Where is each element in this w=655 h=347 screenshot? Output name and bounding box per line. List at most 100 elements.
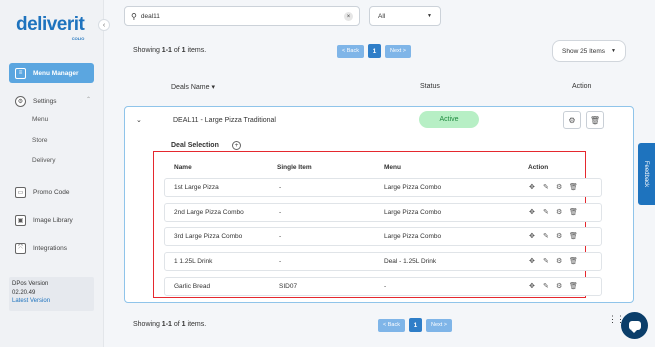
feedback-tab[interactable]: Feedback (638, 143, 655, 205)
status-filter-select[interactable]: All ▼ (369, 6, 441, 26)
sidebar-item-image-library[interactable]: ▣ Image Library (15, 215, 73, 226)
selection-row: 1 1.25L Drink - Deal - 1.25L Drink ✥ ✎ ⚙… (164, 252, 602, 271)
back-button[interactable]: < Back (337, 44, 364, 58)
highlight-frame (153, 151, 586, 298)
selection-row: 1st Large Pizza - Large Pizza Combo ✥ ✎ … (164, 178, 602, 197)
selection-row: Garlic Bread SID07 - ✥ ✎ ⚙ 🗑 (164, 277, 602, 296)
next-button[interactable]: Next > (384, 44, 412, 58)
next-button[interactable]: Next > (425, 318, 453, 332)
per-page-value: Show 25 Items (562, 47, 605, 55)
add-icon[interactable]: + (232, 141, 241, 150)
row-menu: Large Pizza Combo (384, 233, 442, 240)
selection-header-name: Name (174, 164, 192, 171)
row-name: 1st Large Pizza (174, 184, 219, 191)
trash-icon[interactable]: 🗑 (569, 282, 578, 290)
selection-header-menu: Menu (384, 164, 401, 171)
version-label: DPos Version (12, 281, 49, 287)
selection-row: 3rd Large Pizza Combo - Large Pizza Comb… (164, 227, 602, 246)
logo-subtext: COLIO (71, 36, 85, 41)
sidebar-item-label: Integrations (33, 245, 67, 252)
items-per-page-select[interactable]: Show 25 Items ▼ (552, 40, 626, 62)
trash-icon[interactable]: 🗑 (569, 232, 578, 240)
trash-icon[interactable]: 🗑 (569, 208, 578, 216)
row-menu: Deal - 1.25L Drink (384, 258, 437, 265)
gear-icon[interactable]: ⚙ (556, 208, 562, 216)
column-header-deals-name[interactable]: Deals Name ▾ (171, 83, 215, 91)
chat-icon (628, 321, 641, 333)
move-icon[interactable]: ✥ (529, 232, 535, 240)
edit-icon[interactable]: ✎ (543, 257, 549, 265)
gear-icon[interactable]: ⚙ (556, 183, 562, 191)
row-menu: Large Pizza Combo (384, 184, 442, 191)
row-single-item: - (279, 209, 282, 216)
version-box: DPos Version 02.20.49 Latest Version (9, 277, 94, 311)
edit-icon[interactable]: ✎ (543, 183, 549, 191)
sidebar-item-settings[interactable]: ⚙ Settings (15, 96, 57, 107)
gear-icon: ⚙ (15, 96, 26, 107)
move-icon[interactable]: ✥ (529, 282, 535, 290)
latest-version-link[interactable]: Latest Version (12, 297, 91, 306)
page-number-button[interactable]: 1 (408, 318, 422, 332)
sidebar-subitem-delivery[interactable]: Delivery (32, 157, 55, 164)
trash-icon: 🗑 (589, 115, 601, 125)
showing-text-top: Showing 1-1 of 1 items. (133, 47, 207, 54)
selection-header-action: Action (528, 164, 549, 171)
row-name: 3rd Large Pizza Combo (174, 233, 243, 240)
column-header-action: Action (572, 83, 592, 90)
sidebar-item-integrations[interactable]: ⤧ Integrations (15, 243, 67, 254)
deal-name: DEAL11 - Large Pizza Traditional (173, 117, 276, 124)
move-icon[interactable]: ✥ (529, 208, 535, 216)
sidebar-item-label: Menu Manager (33, 69, 79, 77)
delete-button[interactable]: 🗑 (586, 111, 604, 129)
sidebar-item-menu-manager[interactable]: ≡ Menu Manager (9, 63, 94, 83)
back-button[interactable]: < Back (378, 318, 405, 332)
collapse-sidebar-icon[interactable]: ‹ (98, 19, 110, 31)
row-single-item: - (279, 258, 282, 265)
chevron-up-icon[interactable]: ⌃ (86, 96, 91, 103)
sidebar-item-promo-code[interactable]: ▭ Promo Code (15, 187, 70, 198)
row-single-item: SID07 (279, 283, 298, 290)
filter-selected-value: All (378, 12, 386, 20)
search-field[interactable]: ⚲ × (124, 6, 360, 26)
showing-text-bottom: Showing 1-1 of 1 items. (133, 321, 207, 328)
integrations-icon: ⤧ (15, 243, 26, 254)
gear-icon[interactable]: ⚙ (556, 282, 562, 290)
pagination-top: < Back 1 Next > (337, 44, 412, 58)
trash-icon[interactable]: 🗑 (569, 257, 578, 265)
feedback-label: Feedback (643, 160, 650, 188)
sidebar-subitem-store[interactable]: Store (32, 137, 48, 144)
gear-icon[interactable]: ⚙ (556, 232, 562, 240)
row-single-item: - (279, 184, 282, 191)
move-icon[interactable]: ✥ (529, 183, 535, 191)
collapse-row-icon[interactable]: ⌄ (136, 116, 142, 124)
settings-button[interactable]: ⚙ (563, 111, 581, 129)
deal-selection-title: Deal Selection (171, 142, 219, 149)
page-number-button[interactable]: 1 (367, 44, 381, 58)
logo[interactable]: deliverit COLIO (16, 14, 85, 41)
edit-icon[interactable]: ✎ (543, 208, 549, 216)
gear-icon: ⚙ (568, 115, 576, 125)
sort-desc-icon: ▾ (211, 84, 215, 91)
close-icon[interactable]: × (344, 12, 353, 21)
row-menu: Large Pizza Combo (384, 209, 442, 216)
promo-icon: ▭ (15, 187, 26, 198)
row-name: 1 1.25L Drink (174, 258, 213, 265)
edit-icon[interactable]: ✎ (543, 282, 549, 290)
selection-header-single-item: Single Item (277, 164, 312, 171)
selection-row: 2nd Large Pizza Combo - Large Pizza Comb… (164, 203, 602, 222)
status-badge: Active (419, 111, 479, 128)
row-single-item: - (279, 233, 282, 240)
row-name: Garlic Bread (174, 283, 211, 290)
chat-button[interactable] (621, 312, 648, 339)
move-icon[interactable]: ✥ (529, 257, 535, 265)
gear-icon[interactable]: ⚙ (556, 257, 562, 265)
sidebar-subitem-menu[interactable]: Menu (32, 116, 48, 123)
sidebar-item-label: Settings (33, 98, 57, 105)
search-icon: ⚲ (131, 11, 137, 21)
trash-icon[interactable]: 🗑 (569, 183, 578, 191)
column-header-status: Status (420, 83, 440, 90)
edit-icon[interactable]: ✎ (543, 232, 549, 240)
row-menu: - (384, 283, 387, 290)
row-name: 2nd Large Pizza Combo (174, 209, 244, 216)
search-input[interactable] (140, 12, 321, 20)
